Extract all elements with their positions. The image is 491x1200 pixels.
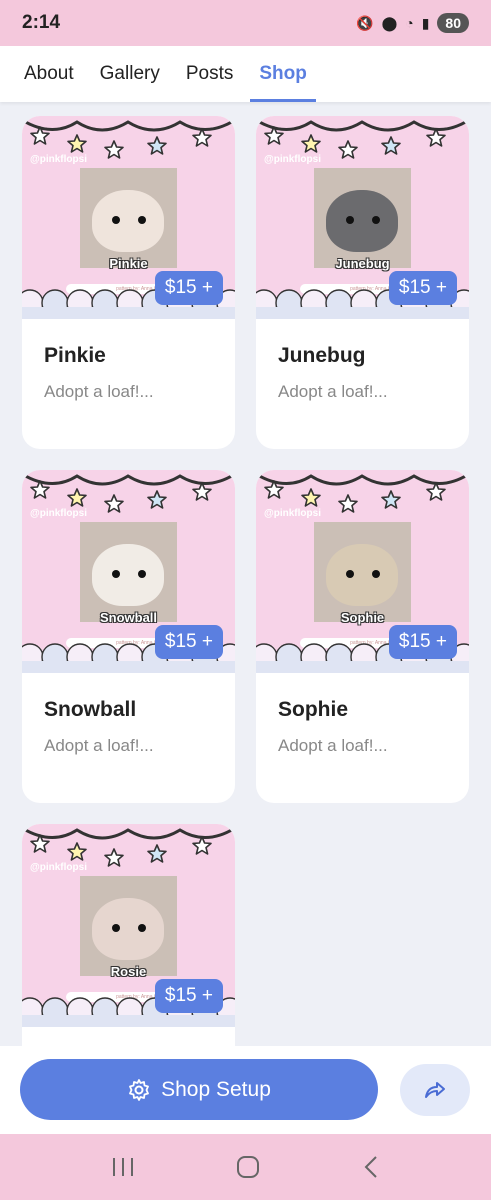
plush-body bbox=[326, 544, 398, 606]
product-image[interactable]: @pinkflopsi Rosie pattern by: Anna Carro… bbox=[22, 824, 235, 1027]
product-title: Junebug bbox=[278, 344, 366, 367]
product-card[interactable]: @pinkflopsi Snowball pattern by: Anna Ca… bbox=[22, 470, 235, 803]
product-card[interactable]: @pinkflopsi Rosie pattern by: Anna Carro… bbox=[22, 824, 235, 1046]
plush-eye bbox=[346, 216, 354, 224]
star-garland-decoration bbox=[22, 826, 235, 867]
battery-indicator: 80 bbox=[437, 13, 469, 33]
home-icon[interactable] bbox=[235, 1154, 261, 1180]
plush-eye bbox=[346, 570, 354, 578]
plush-eye bbox=[372, 570, 380, 578]
plush-eye bbox=[138, 570, 146, 578]
price-badge: $15 + bbox=[154, 271, 223, 305]
wifi-icon: ◔ bbox=[405, 15, 414, 31]
mute-icon: 🔇 bbox=[356, 14, 374, 31]
tab-gallery[interactable]: Gallery bbox=[100, 46, 160, 102]
plush-body bbox=[326, 190, 398, 252]
plush-eye bbox=[112, 924, 120, 932]
product-image[interactable]: @pinkflopsi Sophie pattern by: Anna Carr… bbox=[256, 470, 469, 673]
tab-posts[interactable]: Posts bbox=[186, 46, 234, 102]
shop-setup-button[interactable]: Shop Setup bbox=[20, 1059, 378, 1120]
share-icon bbox=[425, 1082, 445, 1098]
price-badge: $15 + bbox=[154, 979, 223, 1013]
share-button[interactable] bbox=[400, 1064, 470, 1116]
plush-photo bbox=[314, 168, 411, 268]
plush-photo bbox=[80, 168, 177, 268]
status-time: 2:14 bbox=[22, 12, 61, 33]
product-title: Pinkie bbox=[44, 344, 106, 367]
plush-photo bbox=[314, 522, 411, 622]
shop-handle: @pinkflopsi bbox=[264, 154, 321, 165]
plush-body bbox=[92, 190, 164, 252]
plush-photo bbox=[80, 522, 177, 622]
plush-body bbox=[92, 898, 164, 960]
product-image[interactable]: @pinkflopsi Junebug pattern by: Anna Car… bbox=[256, 116, 469, 319]
gear-icon bbox=[129, 1078, 150, 1101]
profile-tabs: About Gallery Posts Shop bbox=[0, 46, 491, 102]
plush-eye bbox=[112, 216, 120, 224]
product-card[interactable]: @pinkflopsi Junebug pattern by: Anna Car… bbox=[256, 116, 469, 449]
product-description: Adopt a loaf!... bbox=[44, 736, 154, 755]
image-name-label: Sophie bbox=[340, 610, 385, 625]
star-garland-decoration bbox=[256, 472, 469, 513]
signal-icon: ▮ bbox=[421, 14, 430, 31]
back-icon[interactable] bbox=[361, 1154, 381, 1180]
star-garland-decoration bbox=[22, 118, 235, 159]
product-description: Adopt a loaf!... bbox=[278, 736, 388, 755]
status-icons: 🔇 ⬤ ◔ ▮ 80 bbox=[356, 13, 469, 33]
product-card[interactable]: @pinkflopsi Sophie pattern by: Anna Carr… bbox=[256, 470, 469, 803]
image-name-label: Rosie bbox=[110, 964, 147, 979]
tab-about[interactable]: About bbox=[24, 46, 74, 102]
shop-handle: @pinkflopsi bbox=[30, 862, 87, 873]
product-description: Adopt a loaf!... bbox=[278, 382, 388, 401]
shop-setup-label: Shop Setup bbox=[161, 1077, 271, 1101]
shop-handle: @pinkflopsi bbox=[30, 154, 87, 165]
plush-photo bbox=[80, 876, 177, 976]
image-name-label: Junebug bbox=[335, 256, 390, 271]
image-name-label: Snowball bbox=[99, 610, 158, 625]
recent-apps-icon[interactable] bbox=[110, 1156, 136, 1178]
plush-eye bbox=[372, 216, 380, 224]
star-garland-decoration bbox=[22, 472, 235, 513]
product-title: Snowball bbox=[44, 698, 137, 721]
bottom-action-bar: Shop Setup bbox=[0, 1046, 491, 1134]
product-description: Adopt a loaf!... bbox=[44, 382, 154, 401]
star-garland-decoration bbox=[256, 118, 469, 159]
product-image[interactable]: @pinkflopsi Pinkie pattern by: Anna Carr… bbox=[22, 116, 235, 319]
plush-eye bbox=[112, 570, 120, 578]
plush-eye bbox=[138, 216, 146, 224]
plush-eye bbox=[138, 924, 146, 932]
product-grid: @pinkflopsi Pinkie pattern by: Anna Carr… bbox=[0, 102, 491, 1046]
product-title: Sophie bbox=[278, 698, 349, 721]
shop-handle: @pinkflopsi bbox=[30, 508, 87, 519]
tab-shop[interactable]: Shop bbox=[250, 46, 316, 102]
product-card[interactable]: @pinkflopsi Pinkie pattern by: Anna Carr… bbox=[22, 116, 235, 449]
price-badge: $15 + bbox=[154, 625, 223, 659]
product-image[interactable]: @pinkflopsi Snowball pattern by: Anna Ca… bbox=[22, 470, 235, 673]
status-bar: 2:14 🔇 ⬤ ◔ ▮ 80 bbox=[0, 0, 491, 46]
shop-handle: @pinkflopsi bbox=[264, 508, 321, 519]
image-name-label: Pinkie bbox=[109, 256, 148, 271]
price-badge: $15 + bbox=[388, 625, 457, 659]
location-icon: ⬤ bbox=[381, 14, 398, 31]
system-navigation-bar bbox=[0, 1134, 491, 1200]
price-badge: $15 + bbox=[388, 271, 457, 305]
plush-body bbox=[92, 544, 164, 606]
